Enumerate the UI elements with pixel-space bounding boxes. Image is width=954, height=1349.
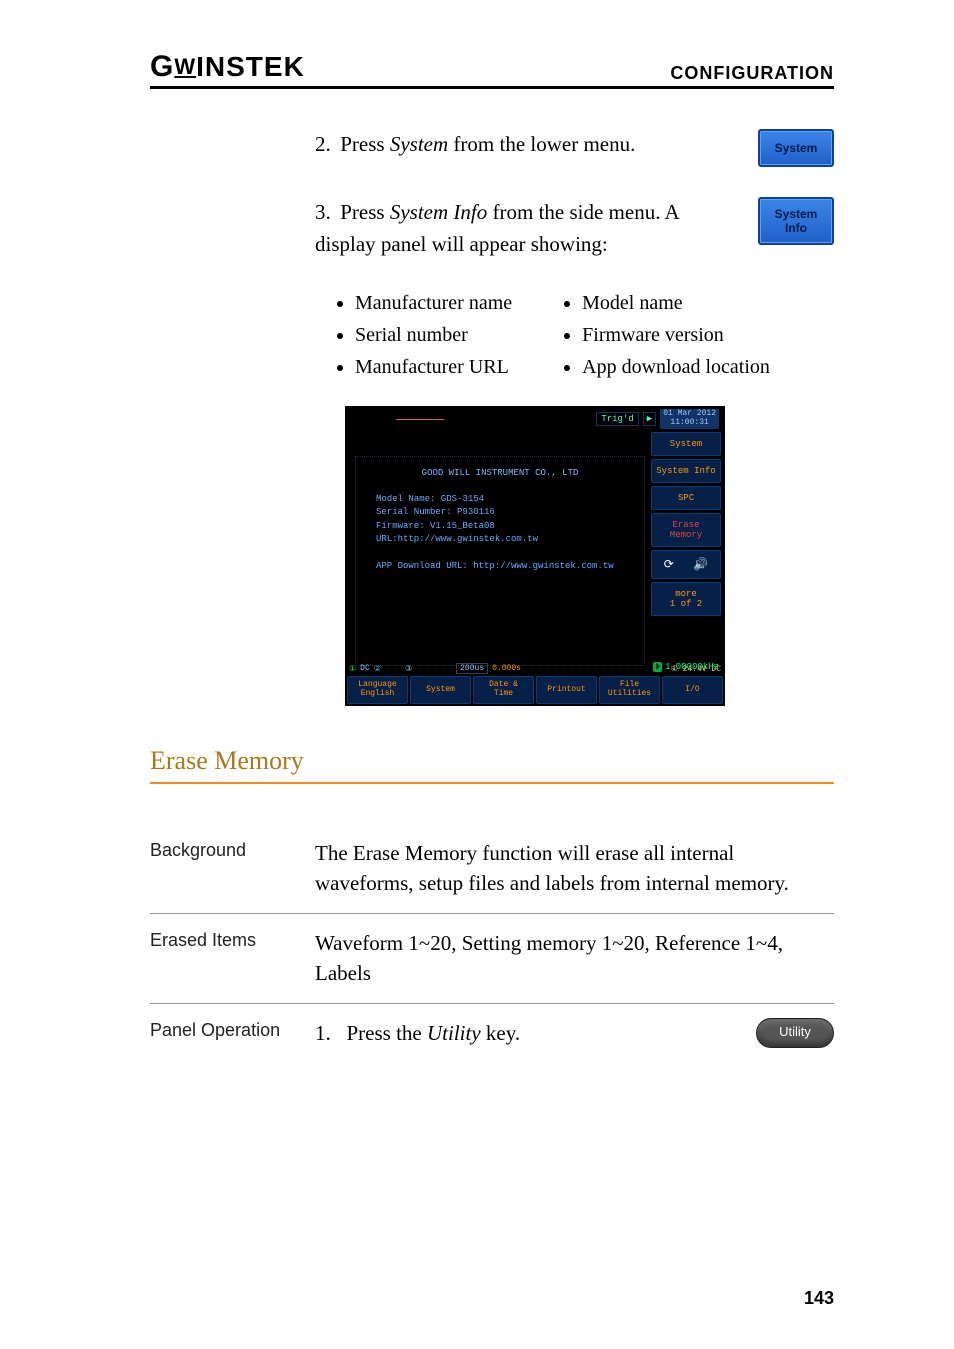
scr-btn-system[interactable]: System [410, 676, 471, 704]
scr-side-speaker[interactable]: ⟳ 🔊 [651, 550, 721, 579]
scr-manufacturer: GOOD WILL INSTRUMENT CO., LTD [376, 467, 624, 481]
section-divider [150, 782, 834, 784]
row-text-erased-items: Waveform 1~20, Setting memory 1~20, Refe… [315, 928, 834, 989]
header-section: CONFIGURATION [670, 63, 834, 84]
scr-url: URL:http://www.gwinstek.com.tw [376, 533, 624, 547]
scr-btn-datetime[interactable]: Date &Time [473, 676, 534, 704]
scr-btn-io[interactable]: I/O [662, 676, 723, 704]
softkey-system[interactable]: System [758, 129, 834, 167]
speaker-icon: 🔊 [693, 557, 708, 572]
scr-btn-language[interactable]: LanguageEnglish [347, 676, 408, 704]
scr-trig-status: Trig'd [596, 412, 638, 426]
info-bullets: Manufacturer name Serial number Manufact… [335, 290, 834, 386]
scr-side-erase-memory[interactable]: Erase Memory [651, 513, 721, 547]
step-2-text: 2. Press System from the lower menu. [315, 129, 738, 161]
page-number: 143 [804, 1288, 834, 1309]
scr-btn-printout[interactable]: Printout [536, 676, 597, 704]
row-label-erased-items: Erased Items [150, 928, 315, 989]
scr-side-system[interactable]: System [651, 432, 721, 456]
panel-op-step-1: 1. Press the Utility key. [315, 1018, 740, 1048]
softkey-system-info[interactable]: System Info [758, 197, 834, 245]
scr-datetime: 01 Mar 2012 11:00:31 [660, 409, 719, 429]
scr-run-icon: ▶ [643, 412, 656, 426]
hardkey-utility[interactable]: Utility [756, 1018, 834, 1048]
scr-btn-file[interactable]: FileUtilities [599, 676, 660, 704]
step-3-text: 3. Press System Info from the side menu.… [315, 197, 738, 260]
row-text-background: The Erase Memory function will erase all… [315, 838, 834, 899]
scr-side-system-info[interactable]: System Info [651, 459, 721, 483]
scr-app-url: APP Download URL: http://www.gwinstek.co… [376, 560, 624, 574]
refresh-icon: ⟳ [664, 557, 674, 572]
scr-firmware: Firmware: V1.15_Beta08 [376, 520, 624, 534]
brand-logo: GWINSTEK [150, 50, 305, 84]
scr-model: Model Name: GDS-3154 [376, 493, 624, 507]
scr-side-more[interactable]: more 1 of 2 [651, 582, 721, 616]
scr-side-spc[interactable]: SPC [651, 486, 721, 510]
scr-serial: Serial Number: P930116 [376, 506, 624, 520]
device-screenshot: ~~~~~~~~~~~~ Trig'd ▶ 01 Mar 2012 11:00:… [345, 406, 725, 706]
section-title-erase-memory: Erase Memory [150, 746, 834, 776]
row-label-panel-operation: Panel Operation [150, 1018, 315, 1048]
row-label-background: Background [150, 838, 315, 899]
freq-icon: ⏵ [653, 662, 662, 672]
